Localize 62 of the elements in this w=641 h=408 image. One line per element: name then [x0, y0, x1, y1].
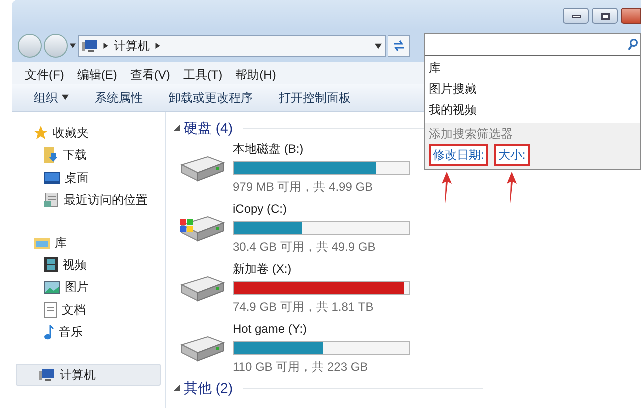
history-caret-icon: [70, 43, 76, 49]
section-header[interactable]: 硬盘 (4): [184, 118, 233, 138]
annotation-arrow: [506, 172, 518, 208]
computer-icon: [82, 39, 98, 53]
dropdown-caret-icon: [375, 42, 382, 50]
breadcrumb-item[interactable]: 计算机: [114, 37, 150, 55]
filter-link[interactable]: 大小:: [494, 144, 530, 166]
navigation-item[interactable]: 最近访问的位置: [12, 189, 165, 212]
refresh-button[interactable]: [388, 35, 410, 57]
search-suggestion[interactable]: 图片搜藏: [429, 79, 640, 100]
menu-item[interactable]: 查看(V): [130, 66, 170, 84]
search-icon: [628, 38, 638, 50]
navigation-item[interactable]: 下载: [12, 144, 165, 166]
drive-name[interactable]: Hot game (Y:): [233, 320, 410, 338]
document-icon: [44, 302, 57, 318]
annotation-arrow: [441, 172, 453, 208]
minimize-button[interactable]: [563, 8, 589, 24]
close-button[interactable]: [621, 8, 641, 24]
menu-item[interactable]: 文件(F): [25, 66, 64, 84]
navigation-item[interactable]: 音乐: [12, 321, 165, 344]
navigation-item[interactable]: 收藏夹: [12, 122, 165, 144]
section-header[interactable]: 其他 (2): [184, 378, 233, 398]
music-note-icon: [44, 324, 54, 340]
menu-item[interactable]: 帮助(H): [236, 66, 276, 84]
navigation-item[interactable]: 图片: [12, 276, 165, 298]
drive-name[interactable]: 本地磁盘 (B:): [233, 140, 410, 158]
toolbar-button[interactable]: 系统属性: [95, 88, 143, 106]
navigation-item[interactable]: 视频: [12, 254, 165, 276]
star-icon: [34, 126, 48, 140]
menu-item[interactable]: 工具(T): [183, 66, 223, 84]
collapse-triangle-icon[interactable]: [174, 125, 180, 131]
toolbar-button[interactable]: 组织: [34, 88, 69, 106]
drive-name[interactable]: 新加卷 (X:): [233, 260, 410, 278]
picture-icon: [44, 280, 60, 294]
drive-name[interactable]: iCopy (C:): [233, 200, 410, 218]
breadcrumb-arrow-icon: [155, 43, 161, 49]
filter-link[interactable]: 修改日期:: [429, 144, 488, 166]
navigation-item[interactable]: 桌面: [12, 166, 165, 189]
breadcrumb-arrow-icon: [103, 43, 109, 49]
navigation-item[interactable]: 文档: [12, 298, 165, 321]
search-suggestion[interactable]: 我的视频: [429, 100, 640, 121]
drive-space-text: 74.9 GB 可用，共 1.81 TB: [233, 299, 375, 316]
drive-space-text: 30.4 GB 可用，共 49.9 GB: [233, 239, 377, 256]
recent-places-icon: [44, 192, 59, 208]
drive-space-text: 979 MB 可用，共 4.99 GB: [233, 179, 374, 196]
computer-icon: [39, 368, 55, 382]
address-bar[interactable]: 计算机: [78, 35, 386, 57]
toolbar-button[interactable]: 打开控制面板: [279, 88, 351, 106]
desktop-icon: [44, 172, 60, 184]
navigation-item[interactable]: 计算机: [16, 364, 161, 386]
download-folder-icon: [44, 147, 58, 164]
navigation-item[interactable]: 库: [12, 232, 165, 254]
refresh-arrows-icon: [392, 40, 404, 52]
collapse-triangle-icon[interactable]: [174, 385, 180, 391]
toolbar-button[interactable]: 卸载或更改程序: [169, 88, 253, 106]
filter-heading: 添加搜索筛选器: [429, 126, 514, 143]
search-suggestion[interactable]: 库: [429, 58, 640, 79]
folder-icon: [34, 236, 50, 249]
maximize-button[interactable]: [592, 8, 618, 24]
drive-space-text: 110 GB 可用，共 223 GB: [233, 359, 370, 376]
film-icon: [44, 257, 58, 272]
menu-item[interactable]: 编辑(E): [77, 66, 118, 84]
